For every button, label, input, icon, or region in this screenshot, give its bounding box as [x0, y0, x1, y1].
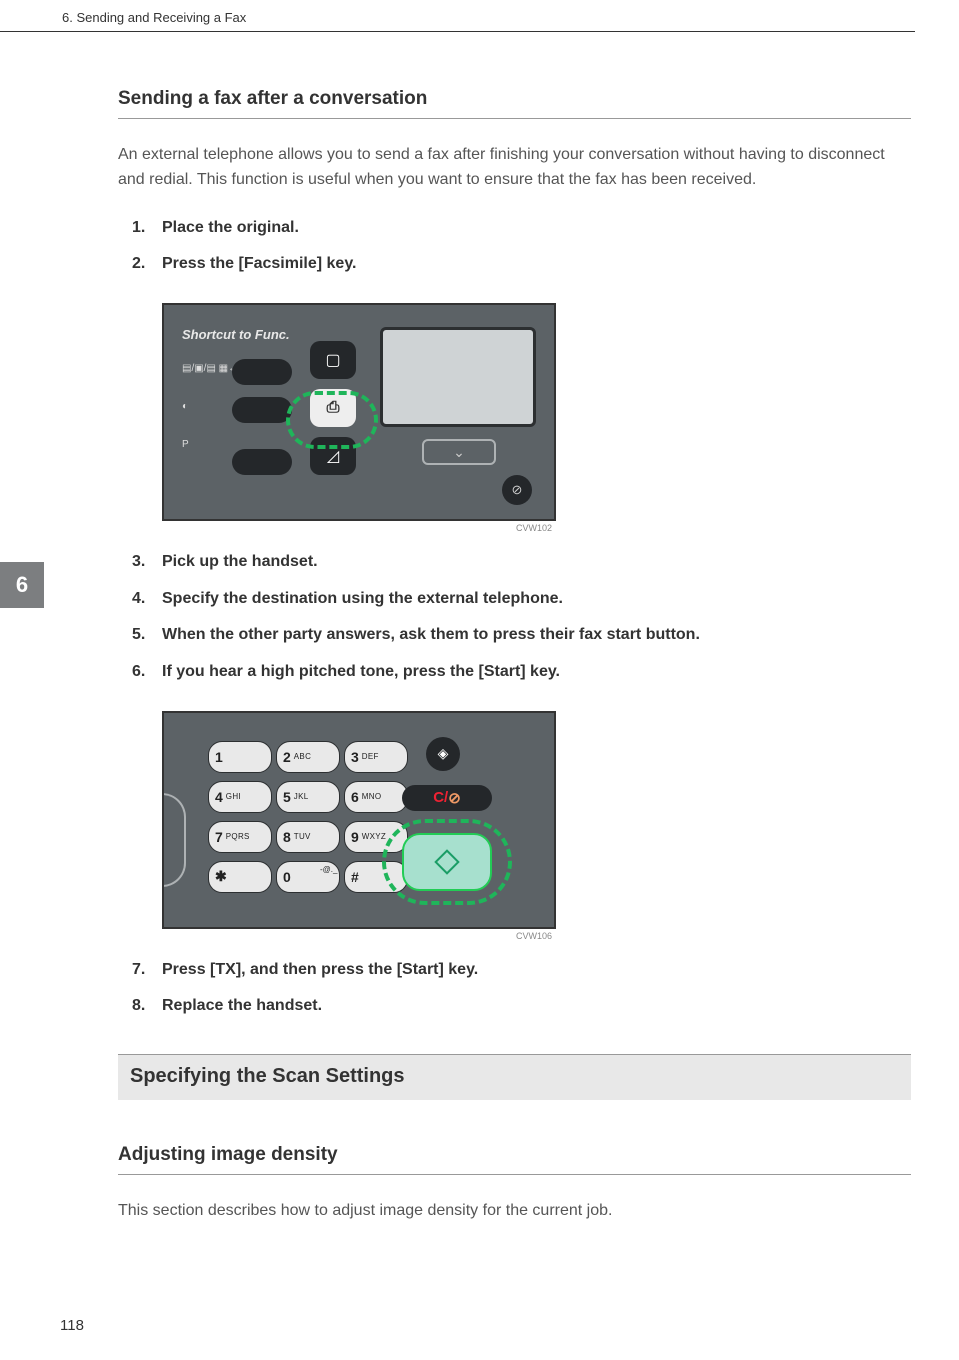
pause-icon: ⊘ [512, 482, 523, 498]
figure1-caption: CVW102 [162, 523, 556, 533]
chapter-title: 6. Sending and Receiving a Fax [62, 10, 246, 25]
fax-icon: ⎙ [327, 399, 340, 417]
chevron-down-icon: ⌄ [453, 444, 465, 461]
numeric-keypad: 1 2ABC 3DEF 4GHI 5JKL 6MNO 7PQRS 8TUV 9W… [208, 741, 408, 893]
escape-icon: ◈ [438, 745, 449, 762]
step-8: Replace the handset. [118, 995, 911, 1017]
key-6: 6MNO [344, 781, 408, 813]
copy-icon: ▢ [325, 350, 340, 370]
figure2-caption: CVW106 [162, 931, 556, 941]
page-number: 118 [60, 1317, 84, 1334]
scan-icon: ◿ [327, 446, 339, 466]
key-star: ✱ [208, 861, 272, 893]
side-button-3 [232, 449, 292, 475]
steps-list-part3: Press [TX], and then press the [Start] k… [118, 959, 911, 1018]
clear-stop-button: C/⊘ [402, 785, 492, 811]
copy-mode-button: ▢ [310, 341, 356, 379]
steps-list-part2: Pick up the handset. Specify the destina… [118, 551, 911, 683]
escape-button: ◈ [426, 737, 460, 771]
density-body-text: This section describes how to adjust ima… [118, 1199, 911, 1224]
clear-c-label: C [433, 789, 444, 806]
side-button-1 [232, 359, 292, 385]
stop-icon: ⊘ [448, 789, 461, 807]
key-0-sublabel: -@._ [320, 865, 337, 874]
figure-facsimile-key: Shortcut to Func. ▤/▣/▤ ▦↔▦ ◐ P ▢ ⎙ ◿ ⌄ … [162, 303, 911, 533]
key-8: 8TUV [276, 821, 340, 853]
control-panel-illustration: Shortcut to Func. ▤/▣/▤ ▦↔▦ ◐ P ▢ ⎙ ◿ ⌄ … [162, 303, 556, 521]
step-5: When the other party answers, ask them t… [118, 624, 911, 646]
steps-list-part1: Place the original. Press the [Facsimile… [118, 217, 911, 276]
intro-paragraph: An external telephone allows you to send… [118, 143, 911, 193]
left-arc-decoration [162, 793, 186, 887]
lcd-screen [380, 327, 536, 427]
step-3: Pick up the handset. [118, 551, 911, 573]
section-heading-send-after-conversation: Sending a fax after a conversation [118, 88, 911, 119]
key-1: 1 [208, 741, 272, 773]
start-button [402, 833, 492, 891]
facsimile-mode-button: ⎙ [310, 389, 356, 427]
pause-button: ⊘ [502, 475, 532, 505]
key-5: 5JKL [276, 781, 340, 813]
key-2: 2ABC [276, 741, 340, 773]
key-3: 3DEF [344, 741, 408, 773]
shortcut-label: Shortcut to Func. [182, 327, 290, 342]
key-9: 9WXYZ [344, 821, 408, 853]
sub-heading-image-density: Adjusting image density [118, 1144, 911, 1175]
step-4: Specify the destination using the extern… [118, 588, 911, 610]
section-heading-scan-settings: Specifying the Scan Settings [118, 1054, 911, 1100]
chapter-tab: 6 [0, 562, 44, 608]
key-hash: # [344, 861, 408, 893]
step-2: Press the [Facsimile] key. [118, 253, 911, 275]
mode-button-column: ▢ ⎙ ◿ [310, 341, 356, 485]
side-button-2 [232, 397, 292, 423]
down-arrow-slot: ⌄ [422, 439, 496, 465]
step-7: Press [TX], and then press the [Start] k… [118, 959, 911, 981]
keypad-illustration: 1 2ABC 3DEF 4GHI 5JKL 6MNO 7PQRS 8TUV 9W… [162, 711, 556, 929]
step-1: Place the original. [118, 217, 911, 239]
step-6: If you hear a high pitched tone, press t… [118, 661, 911, 683]
start-diamond-icon [434, 849, 459, 874]
key-7: 7PQRS [208, 821, 272, 853]
figure-start-key: 1 2ABC 3DEF 4GHI 5JKL 6MNO 7PQRS 8TUV 9W… [162, 711, 911, 941]
scan-mode-button: ◿ [310, 437, 356, 475]
page-header: 6. Sending and Receiving a Fax [0, 0, 915, 32]
key-4: 4GHI [208, 781, 272, 813]
